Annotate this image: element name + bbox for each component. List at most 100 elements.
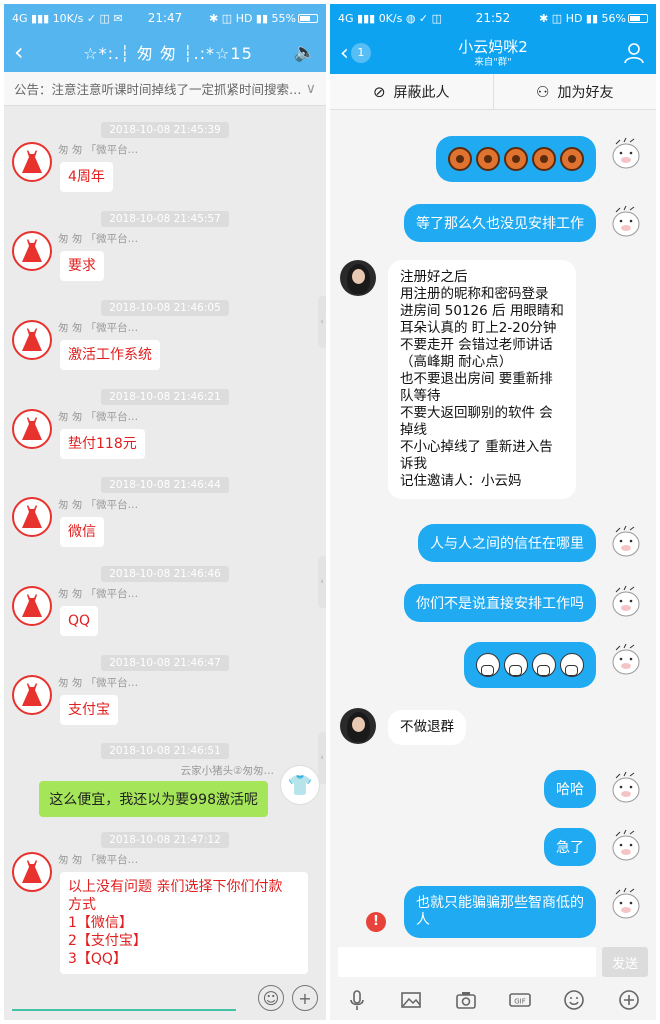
message-bubble[interactable]: 哈哈: [544, 770, 596, 808]
gif-icon[interactable]: GIF: [507, 987, 533, 1013]
group-notice[interactable]: 公告：注意注意听课时间掉线了一定抓紧时间搜索… ∨: [4, 72, 326, 106]
pig-avatar-icon[interactable]: [610, 204, 642, 238]
list-item: 匆 匆 「微平台… 支付宝: [12, 675, 318, 735]
timestamp: 2018-10-08 21:46:44: [4, 473, 326, 493]
speaker-icon[interactable]: 🔈: [288, 42, 316, 63]
message-bubble[interactable]: 4周年: [60, 162, 113, 192]
timestamp: 2018-10-08 21:46:47: [4, 651, 326, 671]
message-bubble[interactable]: 人与人之间的信任在哪里: [418, 524, 596, 562]
list-item: 匆 匆 「微平台… 激活工作系统: [12, 320, 318, 380]
add-friend-button[interactable]: ⚇ 加为好友: [494, 74, 657, 109]
timestamp: 2018-10-08 21:46:46: [4, 562, 326, 582]
pig-avatar-icon[interactable]: [610, 770, 642, 804]
list-item: 匆 匆 「微平台… 微信: [12, 497, 318, 557]
dress-avatar-icon[interactable]: [12, 586, 52, 626]
hd-label: HD: [235, 11, 253, 25]
chevron-down-icon[interactable]: ∨: [306, 81, 316, 97]
plus-icon[interactable]: +: [292, 985, 318, 1011]
left-message-list: 2018-10-08 21:45:39 匆 匆 「微平台… 4周年 2018-1…: [4, 106, 326, 976]
flower-emoji-icon: [476, 147, 500, 171]
dress-avatar-icon[interactable]: [12, 675, 52, 715]
message-input[interactable]: [338, 947, 596, 977]
tool-bar: GIF: [330, 980, 656, 1020]
facepalm-emoji-icon: [560, 653, 584, 677]
action-bar: ⊘ 屏蔽此人 ⚇ 加为好友: [330, 74, 656, 110]
image-icon[interactable]: [398, 987, 424, 1013]
right-screenshot: 4G ▮▮▮ 0K/s ◍ ✓ ◫ 21:52 ✱ ◫ HD ▮▮ 56% ‹ 1…: [330, 4, 656, 1020]
dress-avatar-icon[interactable]: [12, 320, 52, 360]
chat-title: 小云妈咪2: [458, 38, 528, 56]
timestamp: 2018-10-08 21:47:12: [4, 828, 326, 848]
dress-avatar-icon[interactable]: [12, 142, 52, 182]
list-item: 云家小猪头②匆匆… 这么便宜，我还以为要998激活呢 👕: [20, 763, 320, 823]
girl-avatar[interactable]: [340, 260, 376, 296]
flower-emoji-icon: [560, 147, 584, 171]
facepalm-emoji-icon: [504, 653, 528, 677]
side-handle[interactable]: ‹: [318, 296, 326, 348]
message-bubble[interactable]: 注册好之后 用注册的昵称和密码登录 进房间 50126 后 用眼睛和 耳朵认真的…: [388, 260, 576, 499]
camera-icon[interactable]: [453, 987, 479, 1013]
dress-avatar-icon[interactable]: [12, 231, 52, 271]
right-status-bar: 4G ▮▮▮ 0K/s ◍ ✓ ◫ 21:52 ✱ ◫ HD ▮▮ 56%: [330, 4, 656, 32]
dress-avatar-icon[interactable]: [12, 409, 52, 449]
speed-label: 10K/s: [52, 11, 84, 25]
message-bubble[interactable]: 要求: [60, 251, 104, 281]
left-input-bar: ☺ +: [4, 976, 326, 1020]
send-button[interactable]: 发送: [602, 947, 648, 977]
plus-icon[interactable]: [616, 987, 642, 1013]
dress-avatar-icon[interactable]: [12, 852, 52, 892]
message-bubble[interactable]: QQ: [60, 606, 99, 636]
dress-avatar-icon[interactable]: [12, 497, 52, 537]
pig-avatar-icon[interactable]: [610, 886, 642, 920]
timestamp: 2018-10-08 21:45:39: [4, 118, 326, 138]
timestamp: 2018-10-08 21:46:51: [4, 739, 326, 759]
emoji-icon[interactable]: [561, 987, 587, 1013]
emoji-bubble[interactable]: [464, 642, 596, 688]
list-item: 匆 匆 「微平台… QQ: [12, 586, 318, 646]
message-bubble[interactable]: 微信: [60, 517, 104, 547]
message-bubble[interactable]: 不做退群: [388, 710, 466, 745]
timestamp: 2018-10-08 21:46:21: [4, 385, 326, 405]
facepalm-emoji-icon: [532, 653, 556, 677]
message-bubble[interactable]: 也就只能骗骗那些智商低的 人: [404, 886, 596, 938]
girl-avatar[interactable]: [340, 708, 376, 744]
send-failed-icon[interactable]: !: [366, 912, 386, 932]
battery-percent: 55%: [271, 11, 296, 25]
message-bubble[interactable]: 你们不是说直接安排工作吗: [404, 584, 596, 622]
pig-avatar-icon[interactable]: [610, 524, 642, 558]
sender-name: 匆 匆 「微平台…: [58, 854, 139, 866]
emoji-bubble[interactable]: [436, 136, 596, 182]
pig-avatar-icon[interactable]: [610, 642, 642, 676]
pig-avatar-icon[interactable]: [610, 584, 642, 618]
sender-name: 匆 匆 「微平台…: [58, 499, 139, 511]
side-handle[interactable]: ‹: [318, 732, 326, 784]
back-icon[interactable]: ‹: [14, 38, 48, 66]
facepalm-emoji-icon: [476, 653, 500, 677]
timestamp: 2018-10-08 21:46:05: [4, 296, 326, 316]
side-handle[interactable]: ‹: [318, 556, 326, 608]
message-bubble[interactable]: 激活工作系统: [60, 340, 160, 370]
sender-name: 云家小猪头②匆匆…: [180, 765, 274, 777]
shirt-avatar-icon[interactable]: 👕: [280, 765, 320, 805]
hd-label: HD: [565, 11, 583, 25]
flower-emoji-icon: [504, 147, 528, 171]
sender-name: 匆 匆 「微平台…: [58, 677, 139, 689]
emoji-icon[interactable]: ☺: [258, 985, 284, 1011]
block-button[interactable]: ⊘ 屏蔽此人: [330, 74, 494, 109]
message-bubble[interactable]: 垫付118元: [60, 429, 145, 459]
person-icon[interactable]: [624, 42, 644, 64]
block-icon: ⊘: [372, 82, 386, 101]
message-bubble[interactable]: 这么便宜，我还以为要998激活呢: [39, 781, 268, 817]
message-input[interactable]: [12, 985, 236, 1011]
pig-avatar-icon[interactable]: [610, 136, 642, 170]
message-bubble[interactable]: 等了那么久也没见安排工作: [404, 204, 596, 242]
message-bubble[interactable]: 急了: [544, 828, 596, 866]
mic-icon[interactable]: [344, 987, 370, 1013]
pig-avatar-icon[interactable]: [610, 828, 642, 862]
status-time: 21:47: [147, 11, 183, 25]
list-item: 匆 匆 「微平台… 垫付118元: [12, 409, 318, 469]
speed-label: 0K/s: [378, 11, 403, 25]
message-bubble[interactable]: 支付宝: [60, 695, 118, 725]
battery-icon: [298, 14, 318, 23]
message-bubble[interactable]: 以上没有问题 亲们选择下你们付款 方式 1【微信】 2【支付宝】 3【QQ】: [60, 872, 308, 974]
